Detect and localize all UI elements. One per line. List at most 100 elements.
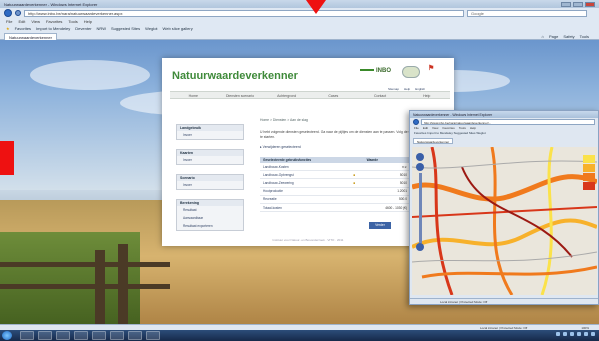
- corridor-line: [421, 265, 597, 279]
- row-name[interactable]: Houtproductie: [260, 187, 351, 196]
- tab-natuurwaardeverkenner[interactable]: Natuurwaardeverkenner: [4, 33, 57, 40]
- fav-link[interactable]: NRW: [97, 26, 106, 31]
- breadcrumb: Home > Diensten > Aan de slag: [260, 118, 308, 122]
- nav-diensten[interactable]: Diensten scenario: [217, 92, 264, 98]
- map-favorites-text[interactable]: Favorites Import to Mendeley Suggested S…: [414, 131, 486, 137]
- lock-icon: ■: [353, 180, 356, 185]
- menu-tools[interactable]: Tools: [68, 19, 77, 24]
- nav-contact[interactable]: Contact: [357, 92, 404, 98]
- row-name[interactable]: Landbouw-Zeewering: [260, 178, 351, 188]
- nav-cases[interactable]: Cases: [310, 92, 357, 98]
- row-name[interactable]: Recreatie: [260, 195, 351, 204]
- table-row: Landbouw-Opbrengst ■ 5010: [260, 170, 410, 180]
- fav-link[interactable]: Web slice gallery: [163, 26, 193, 31]
- nav-achtergrond[interactable]: Achtergrond: [263, 92, 310, 98]
- sidebar-item[interactable]: Invoer: [177, 156, 243, 164]
- sidebar-item[interactable]: Resultaat: [177, 206, 243, 214]
- menu-favorites[interactable]: Favorites: [46, 19, 62, 24]
- tray-icon[interactable]: [556, 332, 560, 336]
- row-name[interactable]: Landbouw-Kosten: [260, 163, 351, 172]
- fav-link[interactable]: Suggested Sites: [111, 26, 140, 31]
- address-bar[interactable]: http://www.inbo.be/nara/natuurwaardeverk…: [24, 9, 464, 17]
- browser-chrome: Natuurwaardeverkenner - Windows Internet…: [0, 0, 599, 40]
- fav-link[interactable]: Deventer: [75, 26, 91, 31]
- fav-link[interactable]: Weglot: [145, 26, 157, 31]
- taskbar-app-icon[interactable]: [38, 331, 52, 340]
- system-tray: [556, 332, 595, 336]
- main-nav: Home Diensten scenario Achtergrond Cases…: [170, 91, 450, 99]
- taskbar: [0, 330, 599, 341]
- start-button[interactable]: [2, 331, 12, 340]
- row-value: 4600 - 1030 (€): [363, 203, 410, 213]
- taskbar-app-icon[interactable]: [146, 331, 160, 340]
- menu-edit[interactable]: Edit: [18, 19, 25, 24]
- taskbar-app-icon[interactable]: [20, 331, 34, 340]
- close-button[interactable]: [585, 1, 595, 7]
- map-window-title-text: Natuurwaardeverkenner - Windows Internet…: [413, 112, 493, 117]
- map-canvas[interactable]: [412, 147, 597, 295]
- site-title[interactable]: Natuurwaardeverkenner: [172, 70, 298, 82]
- legend-swatch: [583, 182, 595, 190]
- sidebar-section: Kaarten Invoer: [176, 149, 244, 165]
- remove-selected-link[interactable]: ▸ Verwijderen geselecteerd: [260, 145, 301, 149]
- back-button[interactable]: [413, 119, 419, 125]
- sidebar-section: Landgebruik Invoer: [176, 124, 244, 140]
- tray-icon[interactable]: [584, 332, 588, 336]
- favorites-button[interactable]: Favorites: [15, 26, 31, 31]
- tray-icon[interactable]: [570, 332, 574, 336]
- tray-icon[interactable]: [577, 332, 581, 336]
- tools-safety[interactable]: Safety: [563, 34, 574, 39]
- sidebar-item[interactable]: Aanvaardbaar: [177, 214, 243, 222]
- taskbar-app-icon[interactable]: [110, 331, 124, 340]
- zoom-in-icon[interactable]: [416, 163, 424, 171]
- table-row: Landbouw-Zeewering ■ 5010: [260, 178, 410, 188]
- fav-link[interactable]: Import to Mendeley: [36, 26, 70, 31]
- row-name[interactable]: Landbouw-Opbrengst: [260, 170, 351, 180]
- red-square-marker: [0, 141, 14, 175]
- lock-cell: [350, 187, 364, 196]
- table-row: Landbouw-Kosten n.v.: [260, 163, 410, 172]
- forward-button[interactable]: [15, 10, 21, 16]
- menu-view[interactable]: View: [31, 19, 40, 24]
- tray-icon[interactable]: [591, 332, 595, 336]
- nav-home[interactable]: Home: [170, 92, 217, 98]
- lock-cell: [350, 195, 364, 204]
- partner-logo: [402, 66, 420, 78]
- back-button[interactable]: [4, 9, 12, 17]
- address-row: http://www.inbo.be/nara/natuurwaardeverk…: [0, 8, 599, 18]
- zoom-slider[interactable]: [418, 173, 422, 243]
- zoom-control[interactable]: [416, 153, 424, 253]
- menu-file[interactable]: File: [6, 19, 12, 24]
- taskbar-app-icon[interactable]: [128, 331, 142, 340]
- nav-help[interactable]: Help: [403, 92, 450, 98]
- tray-icon[interactable]: [563, 332, 567, 336]
- fence-rail: [0, 262, 170, 267]
- search-box[interactable]: Google: [467, 9, 587, 17]
- zoom-out-icon[interactable]: [416, 243, 424, 251]
- taskbar-app-icon[interactable]: [92, 331, 106, 340]
- minimize-button[interactable]: [561, 1, 571, 7]
- verder-button[interactable]: Verder: [369, 222, 391, 229]
- sidebar-item[interactable]: Invoer: [177, 131, 243, 139]
- home-icon[interactable]: ⌂: [542, 34, 544, 39]
- row-value: 500.0: [363, 195, 410, 204]
- pan-control-icon[interactable]: [416, 153, 424, 161]
- menu-help[interactable]: Help: [84, 19, 92, 24]
- row-name[interactable]: Totaal-kosten: [260, 203, 351, 213]
- maximize-button[interactable]: [573, 1, 583, 7]
- corridor-line: [412, 174, 597, 202]
- sidebar: Landgebruik Invoer Kaarten Invoer Scenar…: [176, 124, 244, 240]
- map-address-text: http://www.inbo.be/nara/natuurwaardeverk…: [424, 121, 492, 125]
- taskbar-app-icon[interactable]: [74, 331, 88, 340]
- sidebar-item[interactable]: Invoer: [177, 181, 243, 189]
- tools-tools[interactable]: Tools: [580, 34, 589, 39]
- taskbar-app-icon[interactable]: [56, 331, 70, 340]
- sidebar-item[interactable]: Resultaat exporteren: [177, 222, 243, 230]
- map-address-bar[interactable]: http://www.inbo.be/nara/natuurwaardeverk…: [421, 119, 595, 125]
- map-status-bar: Local intranet | Protected Mode: Off: [410, 298, 598, 304]
- search-placeholder: Google: [471, 10, 484, 16]
- map-view[interactable]: [412, 147, 597, 295]
- map-tab[interactable]: Natuurwaardeverkenner: [413, 137, 454, 144]
- sidebar-section: Berekening Resultaat Aanvaardbaar Result…: [176, 199, 244, 231]
- tools-page[interactable]: Page: [549, 34, 558, 39]
